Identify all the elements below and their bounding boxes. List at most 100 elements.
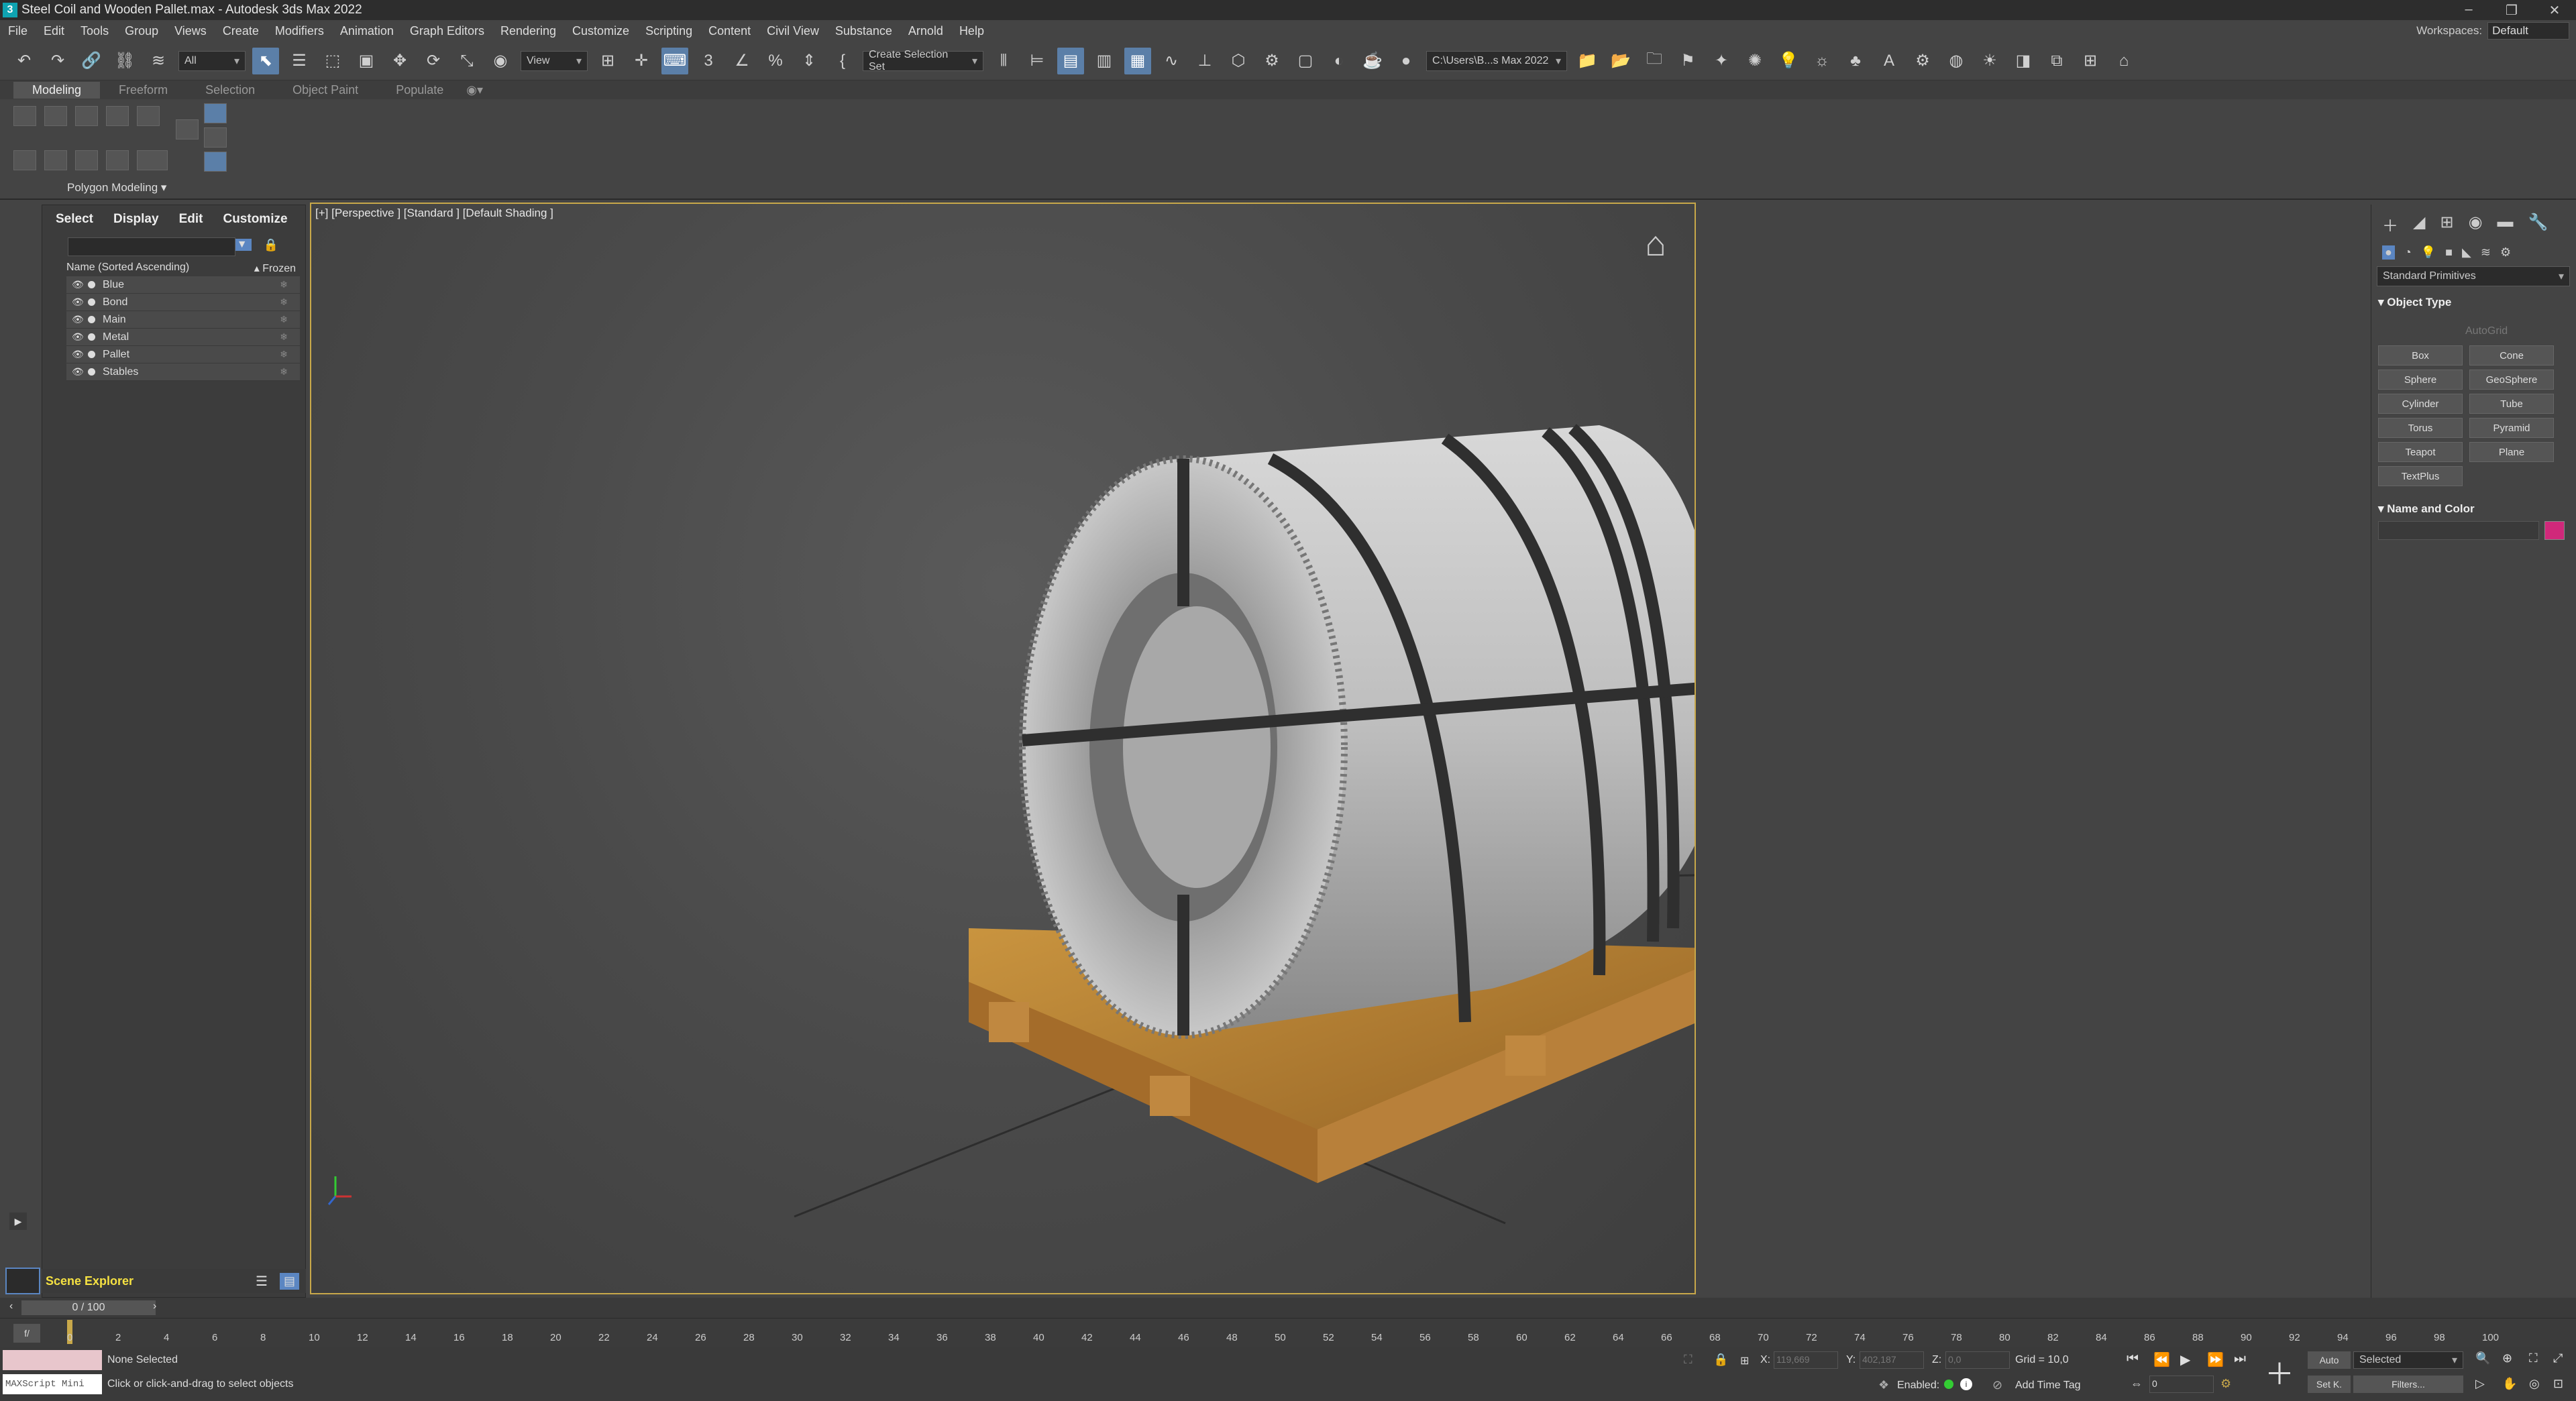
geometry-icon[interactable]: ● <box>2382 245 2395 260</box>
visibility-eye-icon[interactable]: 👁 <box>72 349 84 360</box>
lock-icon[interactable]: 🔒 <box>264 238 278 252</box>
modify-tab-icon[interactable]: ◢ <box>2413 213 2425 236</box>
viewport-layout-icon[interactable]: ⊞ <box>2077 48 2104 74</box>
set-key-button[interactable]: Set K. <box>2308 1376 2351 1393</box>
pan-icon[interactable]: ✋ <box>2502 1377 2517 1391</box>
frozen-column-header[interactable]: ▴ Frozen <box>254 262 296 275</box>
menu-arnold[interactable]: Arnold <box>900 24 951 38</box>
render-dot-icon[interactable] <box>88 281 95 288</box>
orbit-icon[interactable]: ⌂ <box>2110 48 2137 74</box>
plane-button[interactable]: Plane <box>2469 442 2554 462</box>
maxscript-mini-input[interactable]: MAXScript Mini <box>3 1374 102 1394</box>
prev-key-icon[interactable]: ⏪ <box>2153 1351 2170 1368</box>
ribbon-loop-icon[interactable] <box>75 150 98 170</box>
menu-scripting[interactable]: Scripting <box>637 24 700 38</box>
menu-tools[interactable]: Tools <box>72 24 117 38</box>
menu-animation[interactable]: Animation <box>332 24 402 38</box>
undo-icon[interactable]: ↶ <box>11 48 38 74</box>
percent-snap-icon[interactable]: % <box>762 48 789 74</box>
perspective-viewport[interactable]: [+] [Perspective ] [Standard ] [Default … <box>310 203 1696 1294</box>
filters-button[interactable]: Filters... <box>2353 1376 2463 1393</box>
zoom-extents-all-icon[interactable]: ⤢ <box>2553 1351 2563 1365</box>
goto-end-icon[interactable]: ⏭ <box>2234 1351 2246 1367</box>
render-region-icon[interactable]: ⧉ <box>2043 48 2070 74</box>
hierarchy-tab-icon[interactable]: ⊞ <box>2440 213 2453 236</box>
time-slider[interactable]: ‹ 0 / 100 › <box>0 1298 2576 1318</box>
minimize-icon[interactable]: – <box>2447 2 2490 19</box>
tab-customize[interactable]: Customize <box>223 212 287 227</box>
menu-substance[interactable]: Substance <box>827 24 900 38</box>
select-manipulate-icon[interactable]: ✛ <box>628 48 655 74</box>
freeze-icon[interactable]: ❄ <box>280 279 288 290</box>
time-config-icon[interactable]: ⚙ <box>2220 1377 2231 1391</box>
menu-civil-view[interactable]: Civil View <box>759 24 827 38</box>
orbit-icon[interactable]: ◎ <box>2529 1377 2540 1391</box>
list-item[interactable]: 👁 Pallet ❄ <box>66 346 300 363</box>
ribbon-polygon-icon[interactable] <box>106 106 129 126</box>
layout-icon[interactable]: ◨ <box>2010 48 2037 74</box>
visibility-eye-icon[interactable]: 👁 <box>72 296 84 308</box>
ribbon-border-icon[interactable] <box>75 106 98 126</box>
name-column-header[interactable]: Name (Sorted Ascending) <box>66 262 189 275</box>
sphere-icon[interactable]: ◍ <box>1943 48 1970 74</box>
key-filter-dropdown[interactable]: Selected <box>2353 1351 2463 1369</box>
geosphere-button[interactable]: GeoSphere <box>2469 370 2554 390</box>
sort-icon[interactable]: ▤ <box>279 1272 299 1290</box>
folder-icon[interactable]: 📂 <box>1607 48 1634 74</box>
torus-button[interactable]: Torus <box>2378 418 2463 438</box>
edit-named-sets-icon[interactable]: { <box>829 48 856 74</box>
goto-start-icon[interactable]: ⏮ <box>2127 1351 2139 1367</box>
project-settings-icon[interactable]: ⚑ <box>1674 48 1701 74</box>
select-object-icon[interactable]: ⬉ <box>252 47 279 74</box>
move-icon[interactable]: ✥ <box>386 48 413 74</box>
render-dot-icon[interactable] <box>88 368 95 376</box>
render-dot-icon[interactable] <box>88 298 95 306</box>
tree-icon[interactable]: ♣ <box>1842 48 1869 74</box>
object-name-input[interactable] <box>2378 521 2539 540</box>
select-by-name-icon[interactable]: ☰ <box>286 48 313 74</box>
active-shade-icon[interactable]: ◐ <box>1326 48 1352 74</box>
render-dot-icon[interactable] <box>88 333 95 341</box>
render-production-icon[interactable]: ☕ <box>1359 48 1386 74</box>
menu-group[interactable]: Group <box>117 24 166 38</box>
helpers-icon[interactable]: ◣ <box>2462 245 2471 260</box>
spinner-snap-icon[interactable]: ⇕ <box>796 48 822 74</box>
open-project-icon[interactable]: 📁 <box>1574 48 1601 74</box>
window-crossing-icon[interactable]: ▣ <box>353 48 380 74</box>
tab-object-paint[interactable]: Object Paint <box>274 82 377 99</box>
ribbon-grow-icon[interactable] <box>13 150 36 170</box>
menu-edit[interactable]: Edit <box>36 24 72 38</box>
menu-graph-editors[interactable]: Graph Editors <box>402 24 492 38</box>
menu-file[interactable]: File <box>0 24 36 38</box>
snaps-toggle-icon[interactable]: 3 <box>695 48 722 74</box>
menu-modifiers[interactable]: Modifiers <box>267 24 332 38</box>
layer-explorer-icon[interactable]: ▥ <box>1091 48 1118 74</box>
visibility-eye-icon[interactable]: 👁 <box>72 366 84 378</box>
selection-set-dropdown[interactable]: Create Selection Set <box>863 49 983 72</box>
cylinder-button[interactable]: Cylinder <box>2378 394 2463 414</box>
visibility-eye-icon[interactable]: 👁 <box>72 314 84 325</box>
pivot-center-icon[interactable]: ⊞ <box>594 48 621 74</box>
display-tab-icon[interactable]: ▬ <box>2498 213 2514 236</box>
list-item[interactable]: 👁 Bond ❄ <box>66 294 300 311</box>
autogrid-checkbox[interactable]: AutoGrid <box>2465 325 2508 337</box>
list-item[interactable]: 👁 Metal ❄ <box>66 329 300 346</box>
align-icon[interactable]: ⊨ <box>1024 48 1051 74</box>
utilities-tab-icon[interactable]: 🔧 <box>2528 213 2548 236</box>
key-mode-icon[interactable]: ⇔ <box>2131 1377 2143 1391</box>
ref-coord-dropdown[interactable]: View <box>521 50 588 71</box>
systems-icon[interactable]: ⚙ <box>2500 245 2511 260</box>
text-icon[interactable]: A <box>1876 48 1902 74</box>
freeze-icon[interactable]: ❄ <box>280 296 288 308</box>
angle-snap-icon[interactable]: ∠ <box>729 48 755 74</box>
set-key-plus-icon[interactable]: ＋ <box>2259 1350 2300 1391</box>
frame-indicator[interactable]: 0 / 100 <box>21 1300 156 1315</box>
redo-icon[interactable]: ↷ <box>44 48 71 74</box>
object-color-swatch[interactable] <box>2544 521 2565 540</box>
add-time-tag[interactable]: Add Time Tag <box>2015 1380 2081 1392</box>
explorer-thumbnail-icon[interactable] <box>5 1268 40 1294</box>
ribbon-subobject-icon[interactable] <box>204 152 227 172</box>
ribbon-edge-icon[interactable] <box>44 106 67 126</box>
textplus-button[interactable]: TextPlus <box>2378 466 2463 486</box>
unlink-icon[interactable]: ⛓ <box>111 48 138 74</box>
